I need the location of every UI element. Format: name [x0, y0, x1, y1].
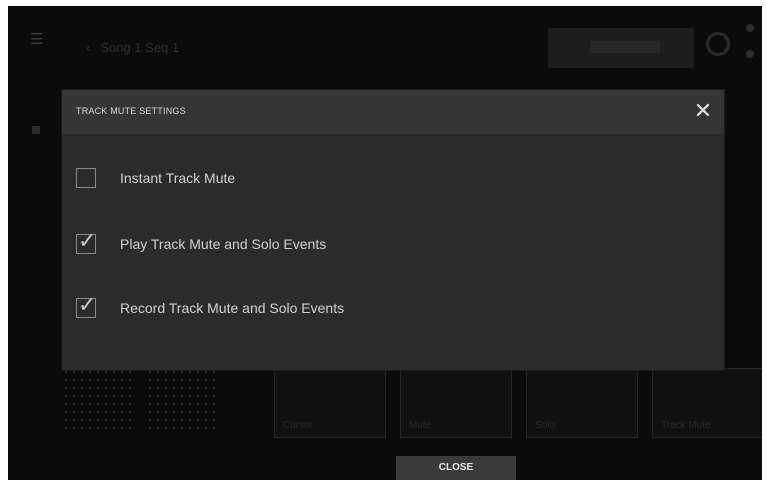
checkmark-icon: ✓ — [78, 228, 97, 253]
device-screen: ☰ ‹ Song 1 Seq 1 Cursor Mute Solo Track M… — [8, 6, 762, 480]
pad-grid-2 — [146, 368, 218, 430]
background-pad-label: Solo — [535, 420, 556, 431]
background-pad-label: Track Mute — [661, 420, 711, 431]
menu-icon[interactable]: ☰ — [30, 32, 48, 48]
option-label: Play Track Mute and Solo Events — [120, 236, 327, 252]
option-record-track-mute-solo[interactable]: ✓ Record Track Mute and Solo Events — [76, 292, 696, 324]
close-button[interactable]: CLOSE — [396, 456, 516, 480]
checkbox-checked-icon[interactable]: ✓ — [76, 292, 96, 318]
side-dots-icon — [746, 24, 756, 68]
checkmark-icon: ✓ — [78, 292, 97, 317]
checkbox-unchecked-icon[interactable] — [76, 168, 96, 188]
background-pad-label: Mute — [409, 420, 432, 431]
checkbox-checked-icon[interactable]: ✓ — [76, 228, 96, 254]
background-pad[interactable]: Cursor — [274, 368, 386, 438]
option-label: Record Track Mute and Solo Events — [120, 300, 345, 316]
option-instant-track-mute[interactable]: Instant Track Mute — [76, 164, 696, 194]
background-pad[interactable]: Track Mute — [652, 368, 762, 438]
background-topbar: ☰ ‹ Song 1 Seq 1 — [8, 6, 762, 80]
background-marker — [32, 126, 40, 134]
background-button[interactable] — [548, 28, 694, 68]
background-pad[interactable]: Mute — [400, 368, 512, 438]
close-icon[interactable]: ✕ — [690, 98, 716, 124]
background-pad[interactable]: Solo — [526, 368, 638, 438]
background-title-text: Song 1 Seq 1 — [100, 40, 180, 55]
background-title: ‹ Song 1 Seq 1 — [86, 40, 179, 55]
option-play-track-mute-solo[interactable]: ✓ Play Track Mute and Solo Events — [76, 228, 696, 260]
left-arrow-icon: ‹ — [86, 40, 91, 55]
pad-grid-1 — [62, 368, 134, 430]
track-mute-settings-dialog: TRACK MUTE SETTINGS ✕ Instant Track Mute… — [62, 90, 724, 370]
dialog-header: TRACK MUTE SETTINGS ✕ — [62, 90, 724, 134]
background-pad-label: Cursor — [283, 420, 314, 431]
settings-icon[interactable] — [706, 32, 730, 56]
option-label: Instant Track Mute — [120, 170, 236, 186]
dialog-title: TRACK MUTE SETTINGS — [76, 106, 186, 116]
